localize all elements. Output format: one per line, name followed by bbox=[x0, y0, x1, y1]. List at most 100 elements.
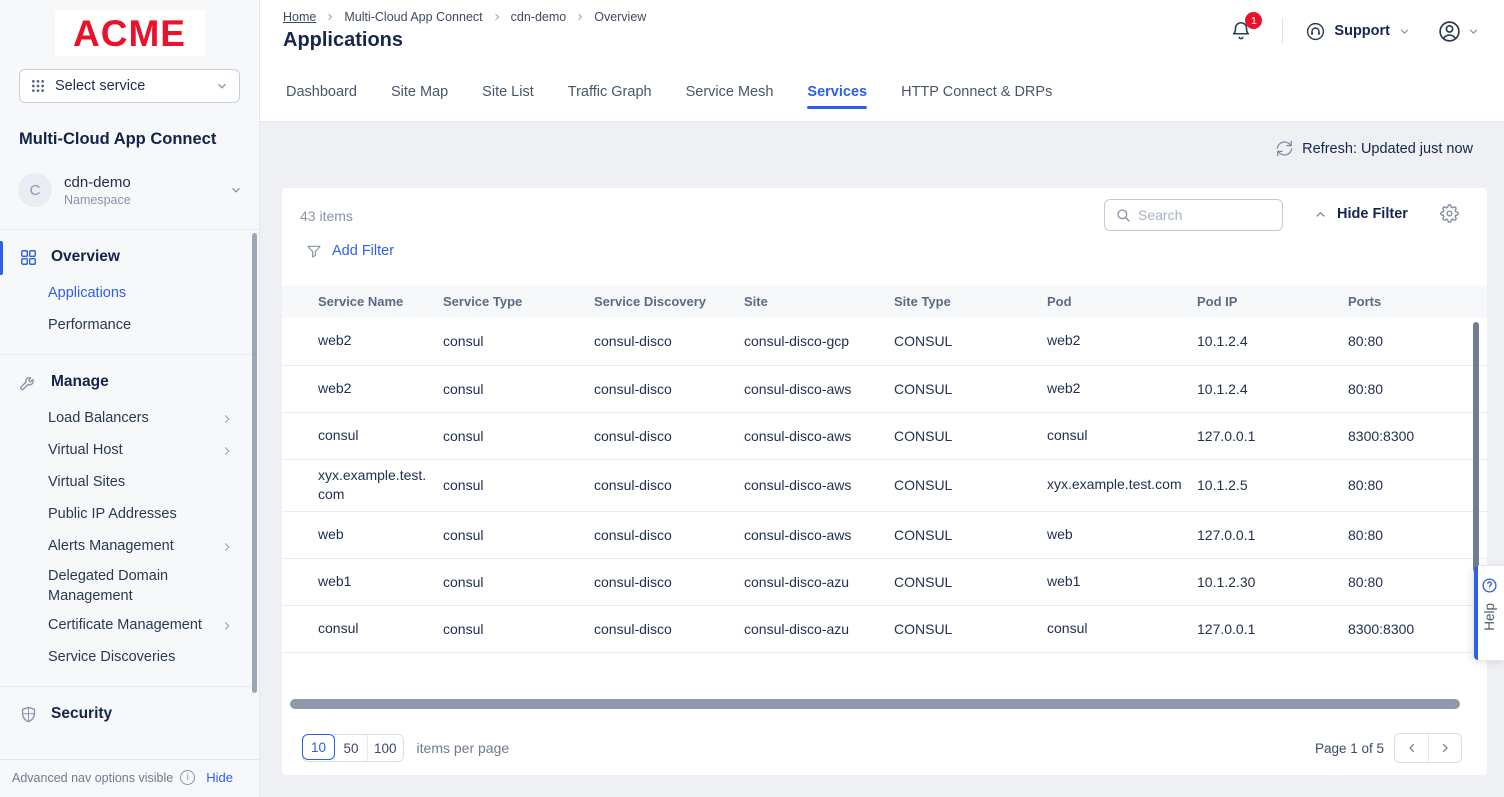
support-menu[interactable]: Support bbox=[1305, 21, 1411, 42]
table-row[interactable]: consulconsulconsul-discoconsul-disco-azu… bbox=[282, 605, 1487, 652]
tab-site-list[interactable]: Site List bbox=[482, 84, 534, 100]
sidebar-item-virtual-sites[interactable]: Virtual Sites bbox=[0, 467, 259, 499]
sidebar-item-service-discoveries[interactable]: Service Discoveries bbox=[0, 642, 259, 674]
sidebar-item-alerts-management[interactable]: Alerts Management bbox=[0, 531, 259, 563]
sidebar-item-performance[interactable]: Performance bbox=[0, 310, 259, 342]
table-row[interactable]: xyx.example.test.comconsulconsul-discoco… bbox=[282, 459, 1487, 511]
tab-traffic-graph[interactable]: Traffic Graph bbox=[568, 84, 652, 100]
next-page-button[interactable] bbox=[1428, 734, 1461, 762]
chevron-down-icon bbox=[1467, 25, 1480, 38]
sidebar-item-load-balancers[interactable]: Load Balancers bbox=[0, 403, 259, 435]
table-horizontal-scrollbar[interactable] bbox=[290, 699, 1460, 709]
cell-pod-ip: 10.1.2.30 bbox=[1197, 558, 1348, 605]
items-count: 43 items bbox=[300, 208, 353, 224]
tab-dashboard[interactable]: Dashboard bbox=[286, 84, 357, 100]
cell-service-name: web2 bbox=[282, 365, 443, 412]
cell-ports: 80:80 bbox=[1348, 318, 1487, 365]
apps-grid-icon bbox=[30, 78, 46, 94]
breadcrumb-item-cdn-demo[interactable]: cdn-demo bbox=[511, 10, 567, 24]
product-title: Multi-Cloud App Connect bbox=[19, 130, 240, 149]
cell-site-type: CONSUL bbox=[894, 365, 1047, 412]
table-row[interactable]: consulconsulconsul-discoconsul-disco-aws… bbox=[282, 412, 1487, 459]
sidebar-section-manage[interactable]: Manage bbox=[0, 361, 259, 403]
active-indicator bbox=[0, 241, 3, 275]
refresh-control[interactable]: Refresh: Updated just now bbox=[1276, 140, 1473, 157]
add-filter-label: Add Filter bbox=[332, 243, 394, 259]
page-size-100[interactable]: 100 bbox=[367, 735, 403, 761]
cell-site-type: CONSUL bbox=[894, 459, 1047, 511]
sidebar-scrollbar[interactable] bbox=[252, 233, 257, 693]
sidebar-item-public-ip-addresses[interactable]: Public IP Addresses bbox=[0, 499, 259, 531]
cell-pod: web2 bbox=[1047, 365, 1197, 412]
column-header-pod: Pod bbox=[1047, 285, 1197, 318]
sidebar-item-label: Virtual Sites bbox=[48, 473, 125, 493]
cell-site: consul-disco-azu bbox=[744, 605, 894, 652]
header-divider bbox=[1282, 18, 1283, 44]
sidebar-nav: Overview Applications Performance Manage Loa… bbox=[0, 229, 259, 759]
select-service-dropdown[interactable]: Select service bbox=[19, 69, 240, 103]
hide-nav-link[interactable]: Hide bbox=[206, 770, 233, 785]
section-label: Manage bbox=[51, 373, 109, 391]
namespace-selector[interactable]: C cdn-demo Namespace bbox=[10, 167, 251, 213]
namespace-avatar: C bbox=[18, 173, 52, 207]
help-question-icon bbox=[1481, 577, 1498, 594]
chevron-down-icon bbox=[215, 79, 229, 93]
page-size-10[interactable]: 10 bbox=[302, 734, 335, 760]
sidebar-section-overview[interactable]: Overview bbox=[0, 236, 259, 278]
sidebar: ACME Select service Multi-Cloud App Conn… bbox=[0, 0, 260, 797]
add-filter-button[interactable]: Add Filter bbox=[306, 243, 394, 259]
cell-ports: 80:80 bbox=[1348, 558, 1487, 605]
cell-service-type: consul bbox=[443, 365, 594, 412]
chevron-right-icon bbox=[1438, 741, 1452, 755]
prev-page-button[interactable] bbox=[1395, 734, 1428, 762]
table-row[interactable]: web1consulconsul-discoconsul-disco-azuCO… bbox=[282, 558, 1487, 605]
cell-service-discovery: consul-disco bbox=[594, 558, 744, 605]
cell-site: consul-disco-azu bbox=[744, 558, 894, 605]
namespace-type-label: Namespace bbox=[64, 193, 131, 207]
column-header-pod-ip: Pod IP bbox=[1197, 285, 1348, 318]
brand-logo: ACME bbox=[55, 10, 205, 56]
table-vertical-scrollbar[interactable] bbox=[1473, 322, 1479, 584]
search-input[interactable] bbox=[1138, 207, 1282, 223]
table-row[interactable]: webconsulconsul-discoconsul-disco-awsCON… bbox=[282, 511, 1487, 558]
breadcrumb-separator-icon bbox=[575, 12, 585, 22]
notifications-button[interactable]: 1 bbox=[1226, 16, 1256, 46]
sidebar-item-label: Applications bbox=[48, 284, 126, 304]
table-row[interactable]: web2consulconsul-discoconsul-disco-gcpCO… bbox=[282, 318, 1487, 365]
tab-service-mesh[interactable]: Service Mesh bbox=[686, 84, 774, 100]
account-menu[interactable] bbox=[1437, 19, 1480, 44]
notification-badge: 1 bbox=[1245, 12, 1262, 29]
info-icon: i bbox=[180, 770, 195, 785]
cell-service-discovery: consul-disco bbox=[594, 412, 744, 459]
page-size-50[interactable]: 50 bbox=[334, 735, 367, 761]
refresh-icon bbox=[1276, 140, 1293, 157]
cell-pod: xyx.example.test.com bbox=[1047, 459, 1197, 511]
sidebar-item-label: Public IP Addresses bbox=[48, 505, 177, 525]
sidebar-item-certificate-management[interactable]: Certificate Management bbox=[0, 610, 259, 642]
tab-http-connect-drps[interactable]: HTTP Connect & DRPs bbox=[901, 84, 1052, 100]
tab-site-map[interactable]: Site Map bbox=[391, 84, 448, 100]
column-header-service-type: Service Type bbox=[443, 285, 594, 318]
breadcrumb-item-multi-cloud-app-connect[interactable]: Multi-Cloud App Connect bbox=[344, 10, 482, 24]
hide-filter-button[interactable]: Hide Filter bbox=[1313, 206, 1408, 222]
sidebar-item-label: Performance bbox=[48, 316, 131, 336]
cell-service-name: web2 bbox=[282, 318, 443, 365]
table-settings-button[interactable] bbox=[1440, 204, 1459, 223]
search-box bbox=[1104, 199, 1283, 231]
sidebar-item-label: Alerts Management bbox=[48, 537, 174, 557]
cell-service-name: web bbox=[282, 511, 443, 558]
cell-site-type: CONSUL bbox=[894, 605, 1047, 652]
sidebar-section-security[interactable]: Security bbox=[0, 693, 259, 735]
sidebar-item-applications[interactable]: Applications bbox=[0, 278, 259, 310]
table-row[interactable]: web2consulconsul-discoconsul-disco-awsCO… bbox=[282, 365, 1487, 412]
sidebar-item-virtual-host[interactable]: Virtual Host bbox=[0, 435, 259, 467]
sidebar-footer: Advanced nav options visible i Hide bbox=[0, 759, 259, 797]
breadcrumb-item-home[interactable]: Home bbox=[283, 10, 316, 24]
cell-service-name: web1 bbox=[282, 558, 443, 605]
cell-service-type: consul bbox=[443, 605, 594, 652]
cell-service-type: consul bbox=[443, 459, 594, 511]
tab-services[interactable]: Services bbox=[807, 84, 867, 100]
sidebar-item-delegated-domain-management[interactable]: Delegated Domain Management bbox=[0, 563, 259, 610]
help-tab[interactable]: Help bbox=[1473, 565, 1504, 661]
advanced-nav-text: Advanced nav options visible bbox=[12, 771, 173, 785]
